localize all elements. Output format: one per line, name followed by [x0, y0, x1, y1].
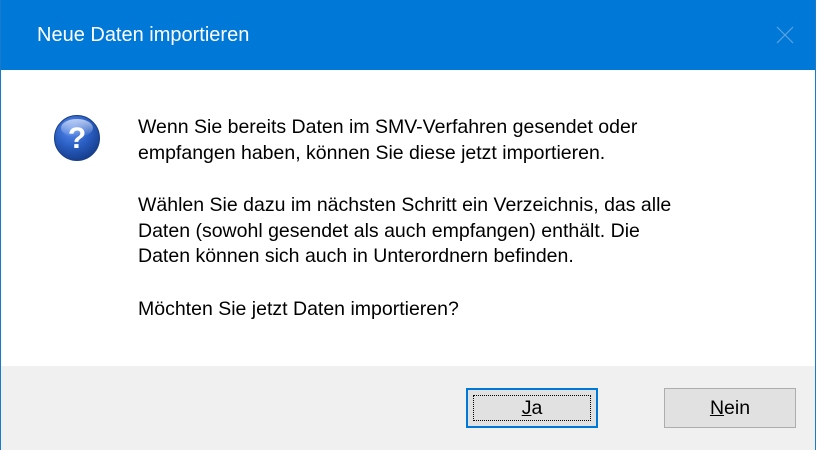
button-bar: Ja Nein: [1, 366, 815, 450]
accelerator-key: N: [709, 396, 725, 419]
message-dialog: Neue Daten importieren ? Wenn Sie bereit…: [0, 0, 816, 450]
close-icon: [776, 26, 794, 44]
message-paragraph-1: Wenn Sie bereits Daten im SMV-Verfahren …: [138, 115, 778, 166]
no-button[interactable]: Nein: [664, 388, 796, 428]
message-line: Möchten Sie jetzt Daten importieren?: [138, 297, 459, 320]
message-line: Daten (sowohl gesendet als auch empfange…: [138, 219, 640, 242]
question-icon: ?: [54, 115, 100, 161]
title-bar[interactable]: Neue Daten importieren: [1, 0, 815, 70]
message-line: Daten können sich auch in Unterordnern b…: [138, 245, 574, 267]
message-line: empfangen haben, können Sie diese jetzt …: [138, 141, 606, 164]
svg-text:?: ?: [68, 122, 86, 155]
dialog-content: ? Wenn Sie bereits Daten im SMV-Verfahre…: [1, 70, 815, 366]
accelerator-key: J: [521, 396, 532, 419]
label-rest: ein: [724, 396, 751, 419]
message-line: Wenn Sie bereits Daten im SMV-Verfahren …: [138, 116, 638, 138]
yes-button-label: Ja: [522, 397, 543, 420]
dialog-message: Wenn Sie bereits Daten im SMV-Verfahren …: [138, 115, 778, 322]
message-paragraph-3: Möchten Sie jetzt Daten importieren?: [138, 297, 778, 323]
message-line: Wählen Sie dazu im nächsten Schritt ein …: [138, 194, 672, 216]
label-rest: a: [531, 396, 543, 419]
close-button[interactable]: [755, 0, 815, 70]
yes-button[interactable]: Ja: [466, 388, 598, 428]
dialog-title: Neue Daten importieren: [37, 24, 250, 46]
no-button-label: Nein: [710, 397, 750, 420]
message-paragraph-2: Wählen Sie dazu im nächsten Schritt ein …: [138, 193, 778, 270]
